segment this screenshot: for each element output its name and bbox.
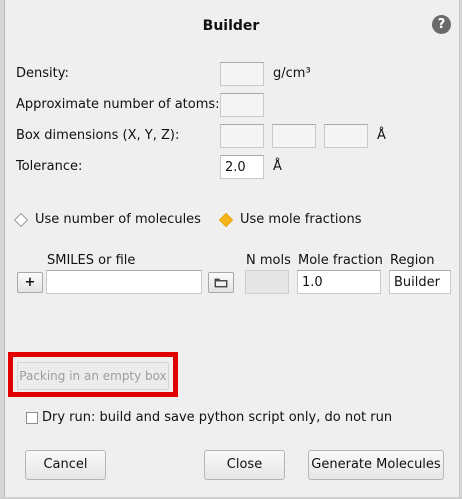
packing-empty-box-button[interactable]: Packing in an empty box [17, 362, 169, 390]
density-label: Density: [16, 66, 69, 81]
tolerance-label: Tolerance: [16, 159, 83, 174]
mole-fraction-input[interactable] [297, 270, 381, 294]
radio-selected-icon [218, 212, 234, 227]
radio-mole-fractions[interactable]: Use mole fractions [218, 212, 362, 227]
help-icon[interactable]: ? [432, 15, 451, 34]
tolerance-unit: Å [273, 159, 282, 174]
dry-run-checkbox[interactable] [26, 412, 38, 424]
box-x-input[interactable] [220, 124, 264, 148]
cancel-button[interactable]: Cancel [25, 450, 106, 480]
dialog-title: Builder [202, 18, 260, 34]
header-smiles: SMILES or file [47, 253, 136, 268]
header-mole-fraction: Mole fraction [298, 253, 383, 268]
tolerance-input[interactable] [220, 155, 264, 179]
atoms-input[interactable] [220, 93, 264, 117]
plus-icon: + [24, 275, 36, 290]
region-input[interactable] [389, 270, 451, 294]
generate-molecules-button[interactable]: Generate Molecules [308, 450, 444, 480]
add-row-button[interactable]: + [17, 272, 43, 293]
folder-icon [214, 278, 228, 288]
n-mols-input[interactable] [245, 270, 289, 294]
box-unit: Å [377, 128, 386, 143]
browse-file-button[interactable] [208, 272, 234, 293]
atoms-label: Approximate number of atoms: [16, 97, 220, 112]
header-n-mols: N mols [246, 253, 291, 268]
radio-mole-fractions-label: Use mole fractions [240, 212, 362, 227]
box-dimensions-label: Box dimensions (X, Y, Z): [16, 128, 180, 143]
radio-number-of-molecules-label: Use number of molecules [35, 212, 201, 227]
window-frame-left [0, 0, 5, 499]
smiles-input[interactable] [46, 270, 202, 294]
close-button[interactable]: Close [204, 450, 285, 480]
box-z-input[interactable] [324, 124, 368, 148]
radio-number-of-molecules[interactable]: Use number of molecules [13, 212, 201, 227]
dry-run-label: Dry run: build and save python script on… [42, 410, 393, 425]
header-region: Region [390, 253, 435, 268]
box-y-input[interactable] [272, 124, 316, 148]
density-input[interactable] [220, 62, 264, 86]
radio-unselected-icon [13, 212, 29, 227]
density-unit: g/cm³ [273, 66, 311, 81]
